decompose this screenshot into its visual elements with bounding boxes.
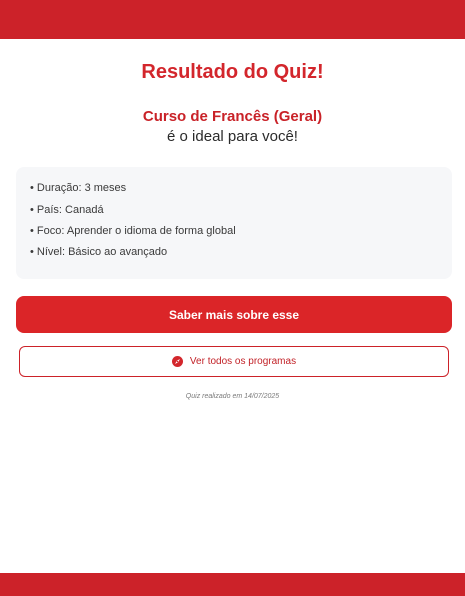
view-all-programs-button[interactable]: Ver todos os programas	[19, 346, 449, 377]
detail-focus: • Foco: Aprender o idioma de forma globa…	[30, 225, 236, 237]
course-name: Curso de Francês (Geral)	[142, 108, 323, 125]
learn-more-button[interactable]: Saber mais sobre esse	[16, 296, 452, 333]
compass-icon	[171, 356, 183, 367]
detail-country: • País: Canadá	[30, 204, 104, 216]
course-details-card: • Duração: 3 meses • País: Canadá • Foco…	[16, 167, 452, 279]
page-title: Resultado do Quiz!	[141, 61, 324, 83]
footer-bar	[0, 573, 465, 596]
learn-more-label: Saber mais sobre esse	[168, 307, 300, 322]
detail-duration: • Duração: 3 meses	[30, 182, 127, 194]
quiz-date: Quiz realizado em 14/07/2025	[185, 393, 280, 400]
header-bar	[0, 0, 465, 39]
detail-level: • Nível: Básico ao avançado	[30, 246, 168, 258]
course-subtitle: é o ideal para você!	[167, 128, 298, 145]
view-all-programs-label: Ver todos os programas	[189, 356, 297, 367]
